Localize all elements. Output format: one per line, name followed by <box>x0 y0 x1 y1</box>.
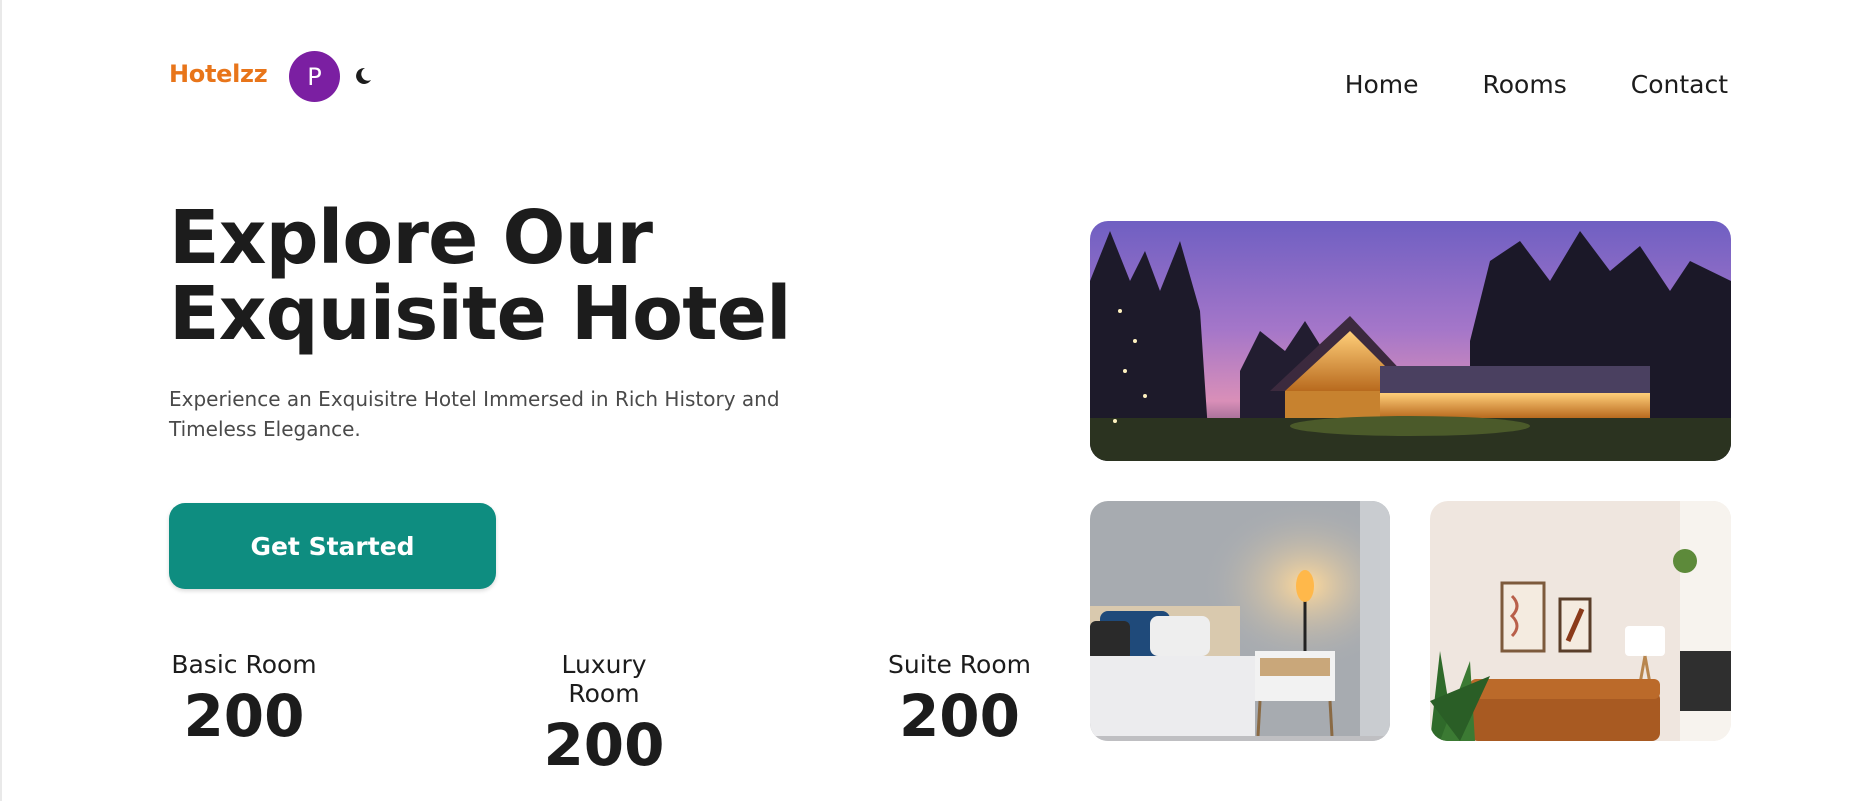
nav-contact-link[interactable]: Contact <box>1631 70 1728 99</box>
main-nav: Home Rooms Contact <box>1345 70 1728 99</box>
hotel-exterior-image <box>1090 221 1731 461</box>
stat-suite-room: Suite Room 200 <box>888 650 1031 751</box>
moon-icon[interactable] <box>352 65 374 87</box>
get-started-button[interactable]: Get Started <box>169 503 496 589</box>
stat-value: 200 <box>898 682 1021 750</box>
stat-luxury-room: Luxury Room 200 <box>523 650 685 780</box>
stat-label: Suite Room <box>888 650 1031 679</box>
living-room-image <box>1430 501 1731 741</box>
stat-basic-room: Basic Room 200 <box>169 650 319 751</box>
stat-value: 200 <box>183 682 305 750</box>
user-avatar[interactable]: P <box>289 51 340 102</box>
nav-rooms-link[interactable]: Rooms <box>1483 70 1567 99</box>
page: Hotelzz P Home Rooms Contact Explore Our… <box>0 0 1859 801</box>
brand-logo[interactable]: Hotelzz <box>169 60 268 88</box>
nav-home-link[interactable]: Home <box>1345 70 1419 99</box>
hero-title: Explore Our Exquisite Hotel <box>169 195 792 357</box>
stat-value: 200 <box>543 711 665 779</box>
bedroom-image <box>1090 501 1390 741</box>
hero-subtitle: Experience an Exquisitre Hotel Immersed … <box>169 387 780 441</box>
stat-label: Luxury Room <box>561 650 647 708</box>
stat-label: Basic Room <box>171 650 317 679</box>
